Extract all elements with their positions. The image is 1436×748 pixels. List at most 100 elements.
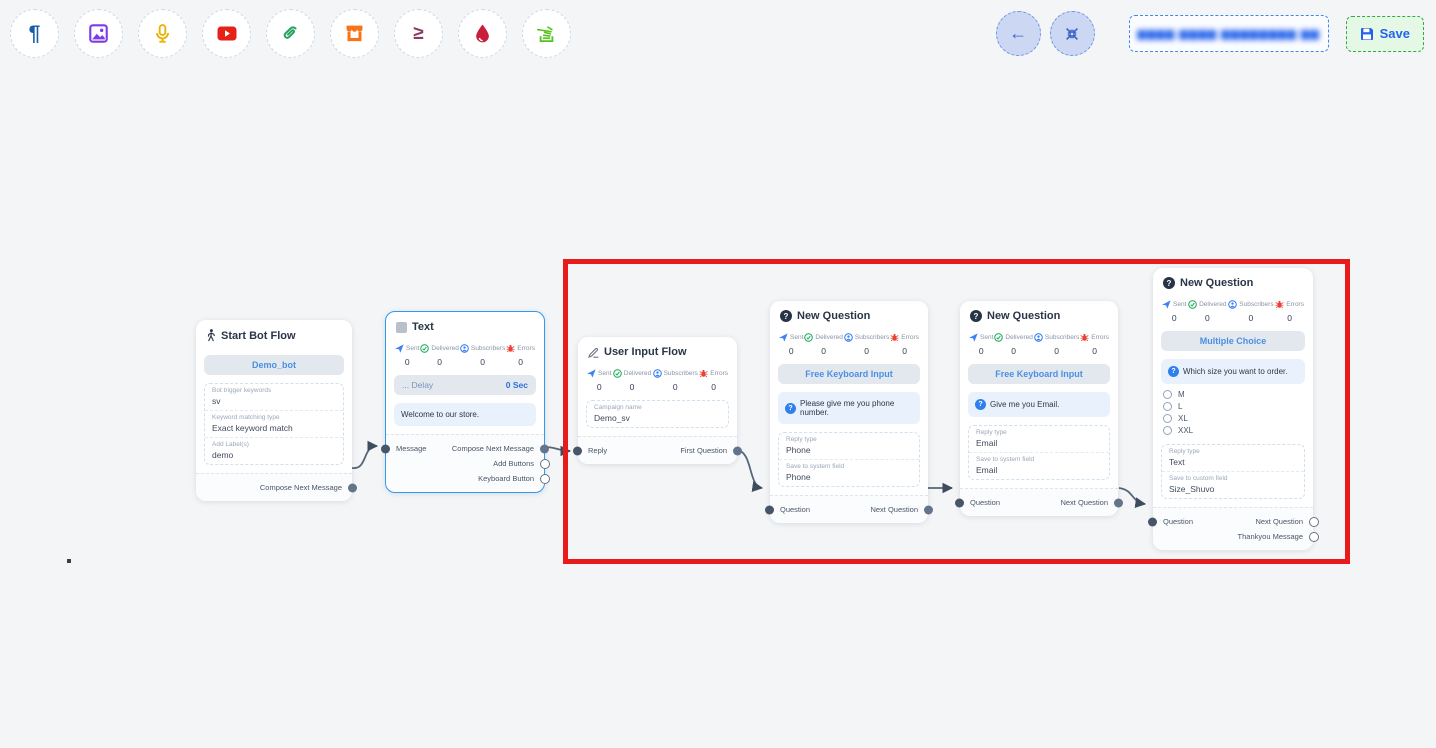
output-port-next-question[interactable] <box>924 505 933 514</box>
question-fields: Reply type Phone Save to system field Ph… <box>778 432 920 487</box>
field-save-to-system-field[interactable]: Save to system field Email <box>969 452 1109 479</box>
node-question-size[interactable]: ? New Question Sent 0 Delivered 0 Subscr… <box>1153 268 1313 550</box>
compress-icon <box>1065 27 1079 41</box>
radio-icon[interactable] <box>1163 390 1172 399</box>
radio-icon[interactable] <box>1163 414 1172 423</box>
node-question-phone[interactable]: ? New Question Sent 0 Delivered 0 Subscr… <box>770 301 928 523</box>
errors-icon <box>699 369 708 378</box>
node-footer: Message Compose Next Message Add Buttons… <box>386 434 544 492</box>
flow-canvas[interactable]: Start Bot Flow Demo_bot Bot trigger keyw… <box>0 0 1436 748</box>
output-port-compose-next-message[interactable] <box>348 483 357 492</box>
fit-view-button[interactable] <box>1050 11 1095 56</box>
node-start-bot-flow[interactable]: Start Bot Flow Demo_bot Bot trigger keyw… <box>196 320 352 501</box>
file-element-button[interactable] <box>266 9 315 58</box>
reply-type-button[interactable]: Multiple Choice <box>1161 331 1305 351</box>
output-label: Next Question <box>1255 517 1303 526</box>
image-element-button[interactable] <box>74 9 123 58</box>
field-bot-trigger-keywords[interactable]: Bot trigger keywords sv <box>205 384 343 410</box>
video-element-button[interactable] <box>202 9 251 58</box>
node-header: ? New Question <box>1153 268 1313 294</box>
stats-row: Sent 0 Delivered 0 Subscribers 0 Errors … <box>770 327 928 356</box>
radio-icon[interactable] <box>1163 402 1172 411</box>
output-label: Next Question <box>870 505 918 514</box>
option-m[interactable]: M <box>1163 388 1303 400</box>
node-footer: Question Next Question <box>770 495 928 523</box>
question-icon: ? <box>1168 366 1179 377</box>
delivered-icon <box>420 344 429 353</box>
stats-row: Sent 0 Delivered 0 Subscribers 0 Errors … <box>960 327 1118 356</box>
subscribers-icon <box>460 344 469 353</box>
audio-element-button[interactable] <box>138 9 187 58</box>
sequence-element-button[interactable] <box>522 9 571 58</box>
option-l[interactable]: L <box>1163 400 1303 412</box>
input-port-question[interactable] <box>955 498 964 507</box>
question-preview[interactable]: ? Please give me you phone number. <box>778 392 920 424</box>
node-footer: Question Next Question <box>960 488 1118 516</box>
field-add-labels[interactable]: Add Label(s) demo <box>205 437 343 464</box>
reply-type-button[interactable]: Free Keyboard Input <box>778 364 920 384</box>
field-reply-type[interactable]: Reply type Text <box>1162 445 1304 471</box>
question-icon: ? <box>785 403 796 414</box>
subscribers-icon <box>844 333 853 342</box>
connector-line <box>737 450 762 488</box>
output-port-compose-next-message[interactable] <box>540 444 549 453</box>
flow-name-input[interactable]: ▆▆▆▆ ▆▆▆▆ ▆▆▆▆▆▆▆▆ ▆▆ <box>1129 15 1329 52</box>
question-preview[interactable]: ? Which size you want to order. <box>1161 359 1305 384</box>
output-label: Thankyou Message <box>1238 532 1303 541</box>
node-title: User Input Flow <box>604 346 687 358</box>
microphone-icon <box>153 24 172 43</box>
subscribers-icon <box>653 369 662 378</box>
node-user-input-flow[interactable]: User Input Flow Sent 0 Delivered 0 Subsc… <box>578 337 737 464</box>
output-port-thankyou-message[interactable] <box>1309 532 1319 542</box>
node-text-message[interactable]: Text Sent 0 Delivered 0 Subscribers 0 Er… <box>385 311 545 493</box>
output-port-add-buttons[interactable] <box>540 459 550 469</box>
subscribers-icon <box>1228 300 1237 309</box>
node-header: User Input Flow <box>578 337 737 363</box>
subscribers-icon <box>1034 333 1043 342</box>
start-fields: Bot trigger keywords sv Keyword matching… <box>204 383 344 465</box>
stats-row: Sent 0 Delivered 0 Subscribers 0 Errors … <box>386 338 544 367</box>
output-port-keyboard-button[interactable] <box>540 474 550 484</box>
delivered-icon <box>613 369 622 378</box>
droplet-icon <box>474 24 491 43</box>
field-save-to-system-field[interactable]: Save to system field Phone <box>779 459 919 486</box>
output-port-next-question[interactable] <box>1309 517 1319 527</box>
input-port-question[interactable] <box>1148 517 1157 526</box>
input-port-message[interactable] <box>381 444 390 453</box>
output-port-next-question[interactable] <box>1114 498 1123 507</box>
node-question-email[interactable]: ? New Question Sent 0 Delivered 0 Subscr… <box>960 301 1118 516</box>
field-campaign-name[interactable]: Campaign name Demo_sv <box>587 401 728 427</box>
radio-icon[interactable] <box>1163 426 1172 435</box>
drip-element-button[interactable] <box>458 9 507 58</box>
question-preview[interactable]: ? Give me you Email. <box>968 392 1110 417</box>
condition-element-button[interactable]: ≥ <box>394 9 443 58</box>
field-reply-type[interactable]: Reply type Phone <box>779 433 919 459</box>
field-keyword-matching-type[interactable]: Keyword matching type Exact keyword matc… <box>205 410 343 437</box>
input-port-question[interactable] <box>765 505 774 514</box>
input-port-reply[interactable] <box>573 446 582 455</box>
field-save-to-custom-field[interactable]: Save to custom field Size_Shuvo <box>1162 471 1304 498</box>
message-preview[interactable]: Welcome to our store. <box>394 403 536 426</box>
node-title: New Question <box>797 310 870 322</box>
question-icon: ? <box>1163 277 1175 289</box>
node-footer: Question Next Question Thankyou Message <box>1153 507 1313 550</box>
input-label: Question <box>970 498 1000 507</box>
stats-row: Sent 0 Delivered 0 Subscribers 0 Errors … <box>578 363 737 392</box>
back-button[interactable]: ← <box>996 11 1041 56</box>
errors-count: 0 <box>518 357 523 367</box>
reply-type-button[interactable]: Free Keyboard Input <box>968 364 1110 384</box>
text-element-button[interactable]: ¶ <box>10 9 59 58</box>
choice-options: M L XL XXL <box>1153 384 1313 436</box>
field-reply-type[interactable]: Reply type Email <box>969 426 1109 452</box>
option-xl[interactable]: XL <box>1163 412 1303 424</box>
delay-setting[interactable]: ... Delay 0 Sec <box>394 375 536 395</box>
paperclip-icon <box>281 24 300 43</box>
save-button[interactable]: Save <box>1346 16 1424 52</box>
output-label: Compose Next Message <box>452 444 534 453</box>
node-footer: Compose Next Message <box>196 473 352 501</box>
output-port-first-question[interactable] <box>733 446 742 455</box>
element-toolbar: ¶ ≥ <box>10 9 571 58</box>
bot-name-button[interactable]: Demo_bot <box>204 355 344 375</box>
ecommerce-element-button[interactable] <box>330 9 379 58</box>
option-xxl[interactable]: XXL <box>1163 424 1303 436</box>
